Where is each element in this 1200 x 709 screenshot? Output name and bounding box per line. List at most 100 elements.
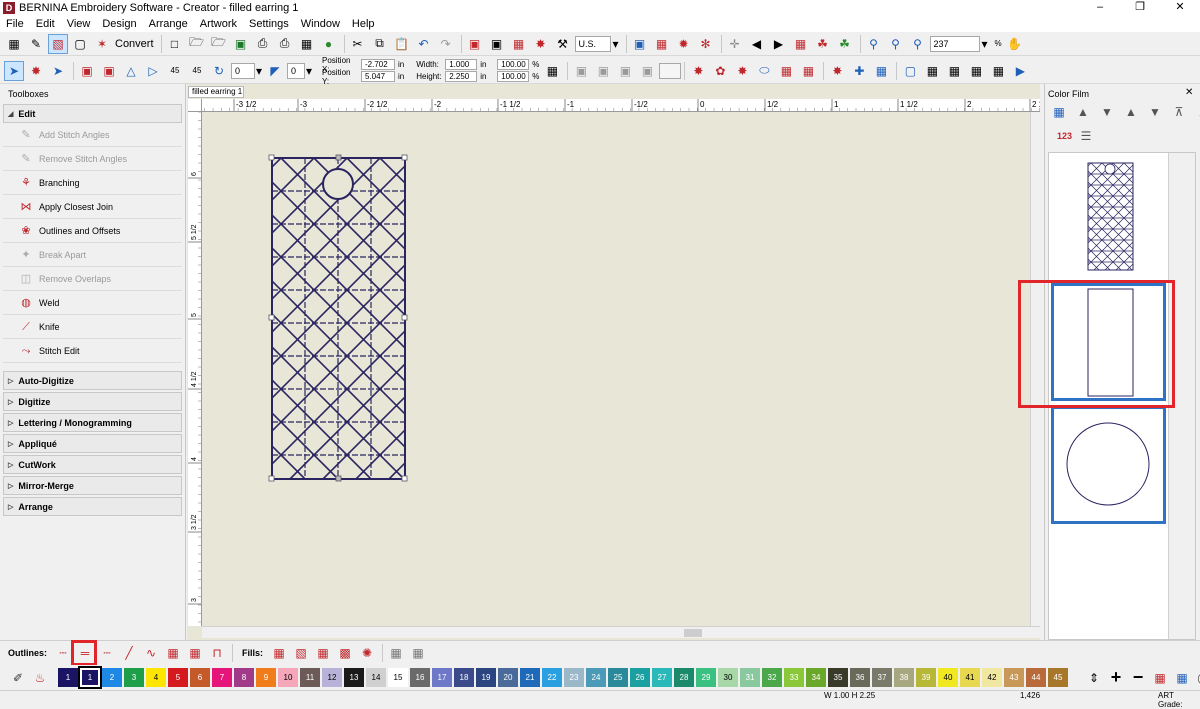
outline-triple-icon[interactable]: ┄	[97, 643, 117, 663]
color-swatch[interactable]: 22	[542, 668, 562, 687]
stitch-mode-icon[interactable]: ▧	[48, 33, 68, 54]
resize-icon[interactable]: ▣	[77, 61, 97, 81]
select-arrow-icon[interactable]: ➤	[4, 60, 24, 81]
add-color-icon[interactable]: +	[1106, 667, 1126, 688]
close-icon[interactable]: ✕	[1185, 87, 1193, 98]
table-icon[interactable]: ▦	[988, 61, 1008, 81]
color-swatch[interactable]: 14	[366, 668, 386, 687]
shapes-icon[interactable]: ✿	[710, 61, 730, 81]
menu-window[interactable]: Window	[301, 18, 340, 30]
show-grid-icon[interactable]: ▦	[966, 61, 986, 81]
mirror-horizontal-icon[interactable]: △	[121, 61, 141, 81]
outline-single-icon[interactable]: ┄	[53, 643, 73, 663]
color-swatch[interactable]: 32	[762, 668, 782, 687]
hscroll-thumb[interactable]	[684, 629, 702, 637]
group-icon[interactable]: ▣	[593, 61, 613, 81]
show-hoop-icon[interactable]: ▦	[652, 34, 672, 54]
cross-icon[interactable]: ✚	[849, 61, 869, 81]
color-swatch[interactable]: 31	[740, 668, 760, 687]
menu-arrange[interactable]: Arrange	[149, 18, 188, 30]
pattern-fill-icon[interactable]: ▦	[776, 61, 796, 81]
color-swatch[interactable]: 16	[410, 668, 430, 687]
tool-break-apart[interactable]: ✦ Break Apart	[3, 243, 182, 267]
tools-icon[interactable]: ⚒	[553, 34, 573, 54]
color-swatch[interactable]: 40	[938, 668, 958, 687]
skew-angle-input[interactable]: 0	[287, 62, 305, 79]
convert-icon[interactable]: ✶	[92, 34, 112, 54]
zoom-in-icon[interactable]: ⚲	[886, 34, 906, 54]
paint-bucket-icon[interactable]: ♨	[30, 668, 50, 688]
tool-stitch-edit[interactable]: ⤳ Stitch Edit	[3, 339, 182, 363]
color-swatch[interactable]: 6	[190, 668, 210, 687]
color-swatch[interactable]: 27	[652, 668, 672, 687]
eyedropper-icon[interactable]: ✐	[8, 668, 28, 688]
menu-file[interactable]: File	[6, 18, 24, 30]
reshape-icon[interactable]: ➤	[48, 61, 68, 81]
color-wheel-icon[interactable]: ◯	[1194, 668, 1200, 688]
film-thumb-circle[interactable]	[1051, 406, 1166, 524]
hoop-mode-icon[interactable]: ✎	[26, 34, 46, 54]
rotate-right-45-icon[interactable]: 45	[187, 61, 207, 81]
rotate-angle-input[interactable]: 0	[231, 62, 255, 79]
tool-remove-stitch-angles[interactable]: ✎ Remove Stitch Angles	[3, 147, 182, 171]
palette-scroll-icon[interactable]: ⇕	[1084, 668, 1104, 688]
units-select[interactable]: U.S.	[574, 35, 611, 52]
send-machine-icon[interactable]: ●	[319, 34, 339, 54]
stitch-type-icon[interactable]: ✸	[688, 61, 708, 81]
grid-icon[interactable]: ▦	[871, 61, 891, 81]
color-swatch[interactable]: 24	[586, 668, 606, 687]
blob-icon[interactable]: ⬭	[754, 61, 774, 81]
tool-add-stitch-angles[interactable]: ✎ Add Stitch Angles	[3, 123, 182, 147]
color-swatch[interactable]: 20	[498, 668, 518, 687]
color-swatch[interactable]: 41	[960, 668, 980, 687]
color-swatch[interactable]: 42	[982, 668, 1002, 687]
send-to-top-icon[interactable]: ⊼	[1169, 102, 1189, 122]
menu-artwork[interactable]: Artwork	[200, 18, 237, 30]
section-digitize[interactable]: ▷ Digitize	[3, 392, 182, 411]
color-swatch[interactable]: 10	[278, 668, 298, 687]
fill-cross-icon[interactable]: ▩	[335, 643, 355, 663]
color-swatch[interactable]: 1	[58, 668, 78, 687]
color-swatch[interactable]: 29	[696, 668, 716, 687]
tab-filled-earring[interactable]: filled earring 1	[188, 86, 244, 98]
tool-knife[interactable]: ⟋ Knife	[3, 315, 182, 339]
object-sequence-icon[interactable]: ☘	[813, 34, 833, 54]
next-icon[interactable]: ▶	[769, 34, 789, 54]
tool-branching[interactable]: ⚘ Branching	[3, 171, 182, 195]
new-file-icon[interactable]: □	[165, 34, 185, 54]
close-icon[interactable]: ✕	[1160, 0, 1200, 16]
star-icon[interactable]: ✸	[827, 61, 847, 81]
tool-weld[interactable]: ◍ Weld	[3, 291, 182, 315]
film-thumb-fill[interactable]	[1051, 156, 1166, 274]
section-auto-digitize[interactable]: ▷ Auto-Digitize	[3, 371, 182, 390]
menu-view[interactable]: View	[67, 18, 91, 30]
previous-icon[interactable]: ◀	[747, 34, 767, 54]
thread-set-icon[interactable]: ▦	[1172, 668, 1192, 688]
properties-icon[interactable]: ✸	[531, 34, 551, 54]
outline-satin-icon[interactable]: ╱	[119, 643, 139, 663]
color-swatch[interactable]: 5	[168, 668, 188, 687]
horizontal-scrollbar[interactable]	[202, 626, 1040, 638]
ungroup-icon[interactable]: ▣	[615, 61, 635, 81]
fill-style-icon[interactable]: ▦	[408, 643, 428, 663]
color-swatch[interactable]: 45	[1048, 668, 1068, 687]
color-swatch[interactable]: 38	[894, 668, 914, 687]
color-swatch[interactable]: 25	[608, 668, 628, 687]
rotate-chevron-icon[interactable]: ▾	[255, 61, 263, 81]
export-icon[interactable]: ▦	[297, 34, 317, 54]
stitch-simulator-icon[interactable]: ▶	[1010, 61, 1030, 81]
earring-hole[interactable]	[322, 168, 354, 200]
scale-width-input[interactable]: 100.00	[497, 59, 530, 70]
outline-motif-icon[interactable]: ▦	[185, 643, 205, 663]
color-swatch[interactable]: 26	[630, 668, 650, 687]
redo-icon[interactable]: ↷	[436, 34, 456, 54]
color-swatch[interactable]: 12	[322, 668, 342, 687]
skew-icon[interactable]: ◤	[265, 61, 285, 81]
menu-settings[interactable]: Settings	[249, 18, 289, 30]
menu-edit[interactable]: Edit	[36, 18, 55, 30]
paste-icon[interactable]: 📋	[392, 34, 412, 54]
design-canvas[interactable]	[202, 112, 1030, 626]
tool-closest-join[interactable]: ⋈ Apply Closest Join	[3, 195, 182, 219]
restore-icon[interactable]: ❐	[1120, 0, 1160, 16]
minimize-icon[interactable]: –	[1080, 0, 1120, 16]
